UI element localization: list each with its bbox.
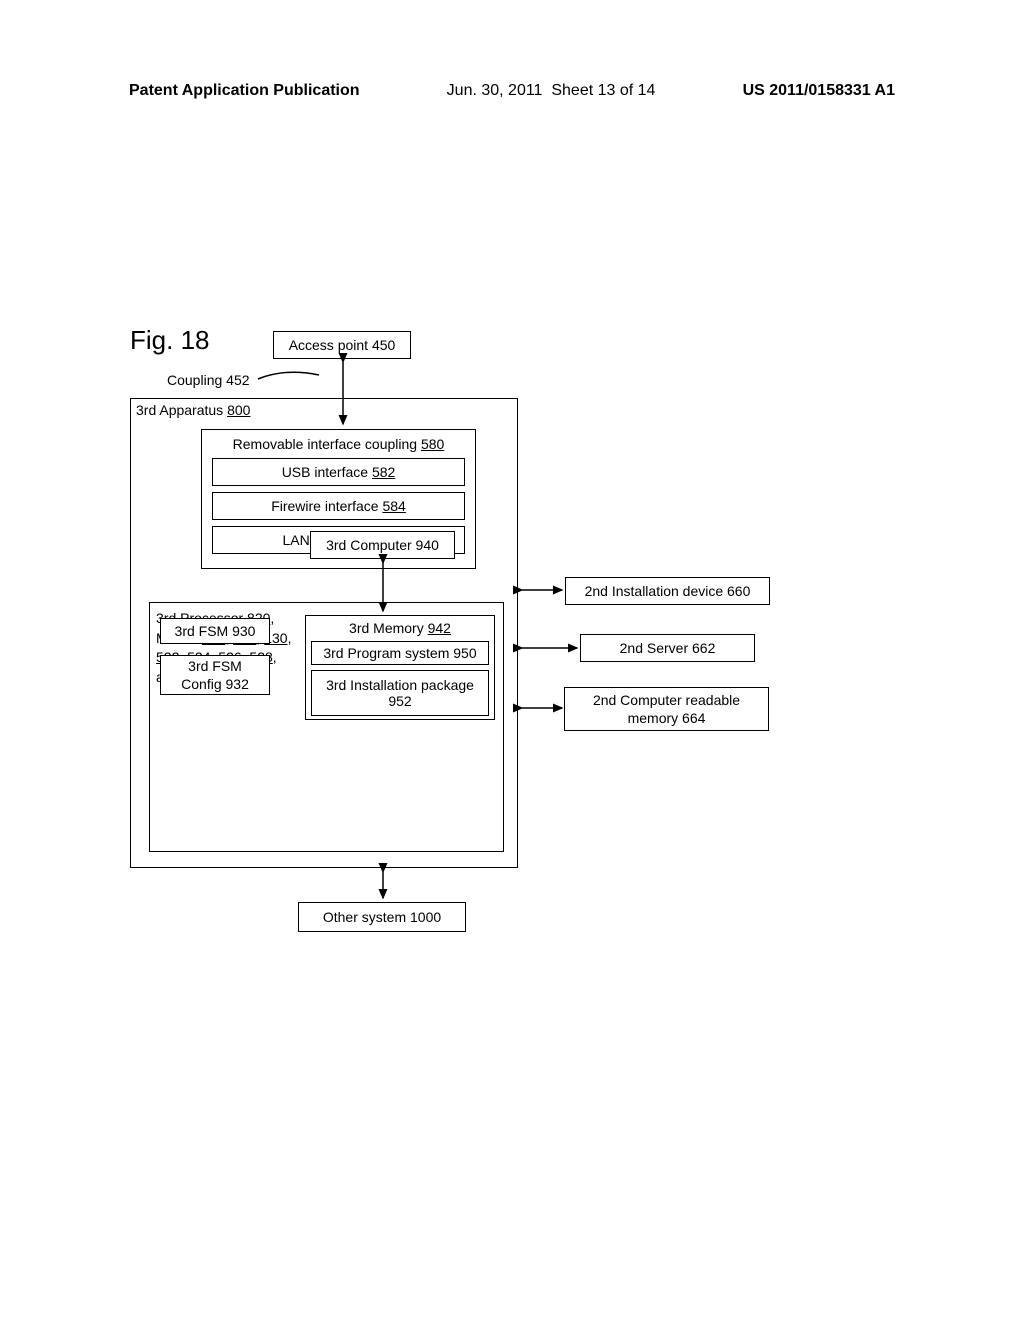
computer-box: 3rd Computer 940	[310, 531, 455, 559]
figure-label: Fig. 18	[130, 325, 210, 356]
memory-title: 3rd Memory 942	[306, 620, 494, 636]
header-right: US 2011/0158331 A1	[743, 82, 895, 100]
program-system-box: 3rd Program system 950	[311, 641, 489, 665]
fsm-box: 3rd FSM 930	[160, 618, 270, 644]
readable-memory-box: 2nd Computer readable memory 664	[564, 687, 769, 731]
install-device-box: 2nd Installation device 660	[565, 577, 770, 605]
memory-group: 3rd Memory 942 3rd Program system 950 3r…	[305, 615, 495, 720]
diagram: Fig. 18 Access point 450 Coupling 452 3r…	[130, 320, 890, 970]
usb-interface: USB interface 582	[212, 458, 465, 486]
install-package-box: 3rd Installation package 952	[311, 670, 489, 716]
firewire-interface: Firewire interface 584	[212, 492, 465, 520]
other-system-box: Other system 1000	[298, 902, 466, 932]
server-box: 2nd Server 662	[580, 634, 755, 662]
header-left: Patent Application Publication	[129, 82, 360, 100]
interface-title: Removable interface coupling 580	[202, 436, 475, 452]
access-point-box: Access point 450	[273, 331, 411, 359]
apparatus-label: 3rd Apparatus 800	[136, 402, 250, 418]
page-header: Patent Application Publication Jun. 30, …	[0, 82, 1024, 100]
fsm-config-box: 3rd FSM Config 932	[160, 655, 270, 695]
coupling-label: Coupling 452	[167, 372, 250, 388]
header-center: Jun. 30, 2011 Sheet 13 of 14	[447, 82, 656, 100]
